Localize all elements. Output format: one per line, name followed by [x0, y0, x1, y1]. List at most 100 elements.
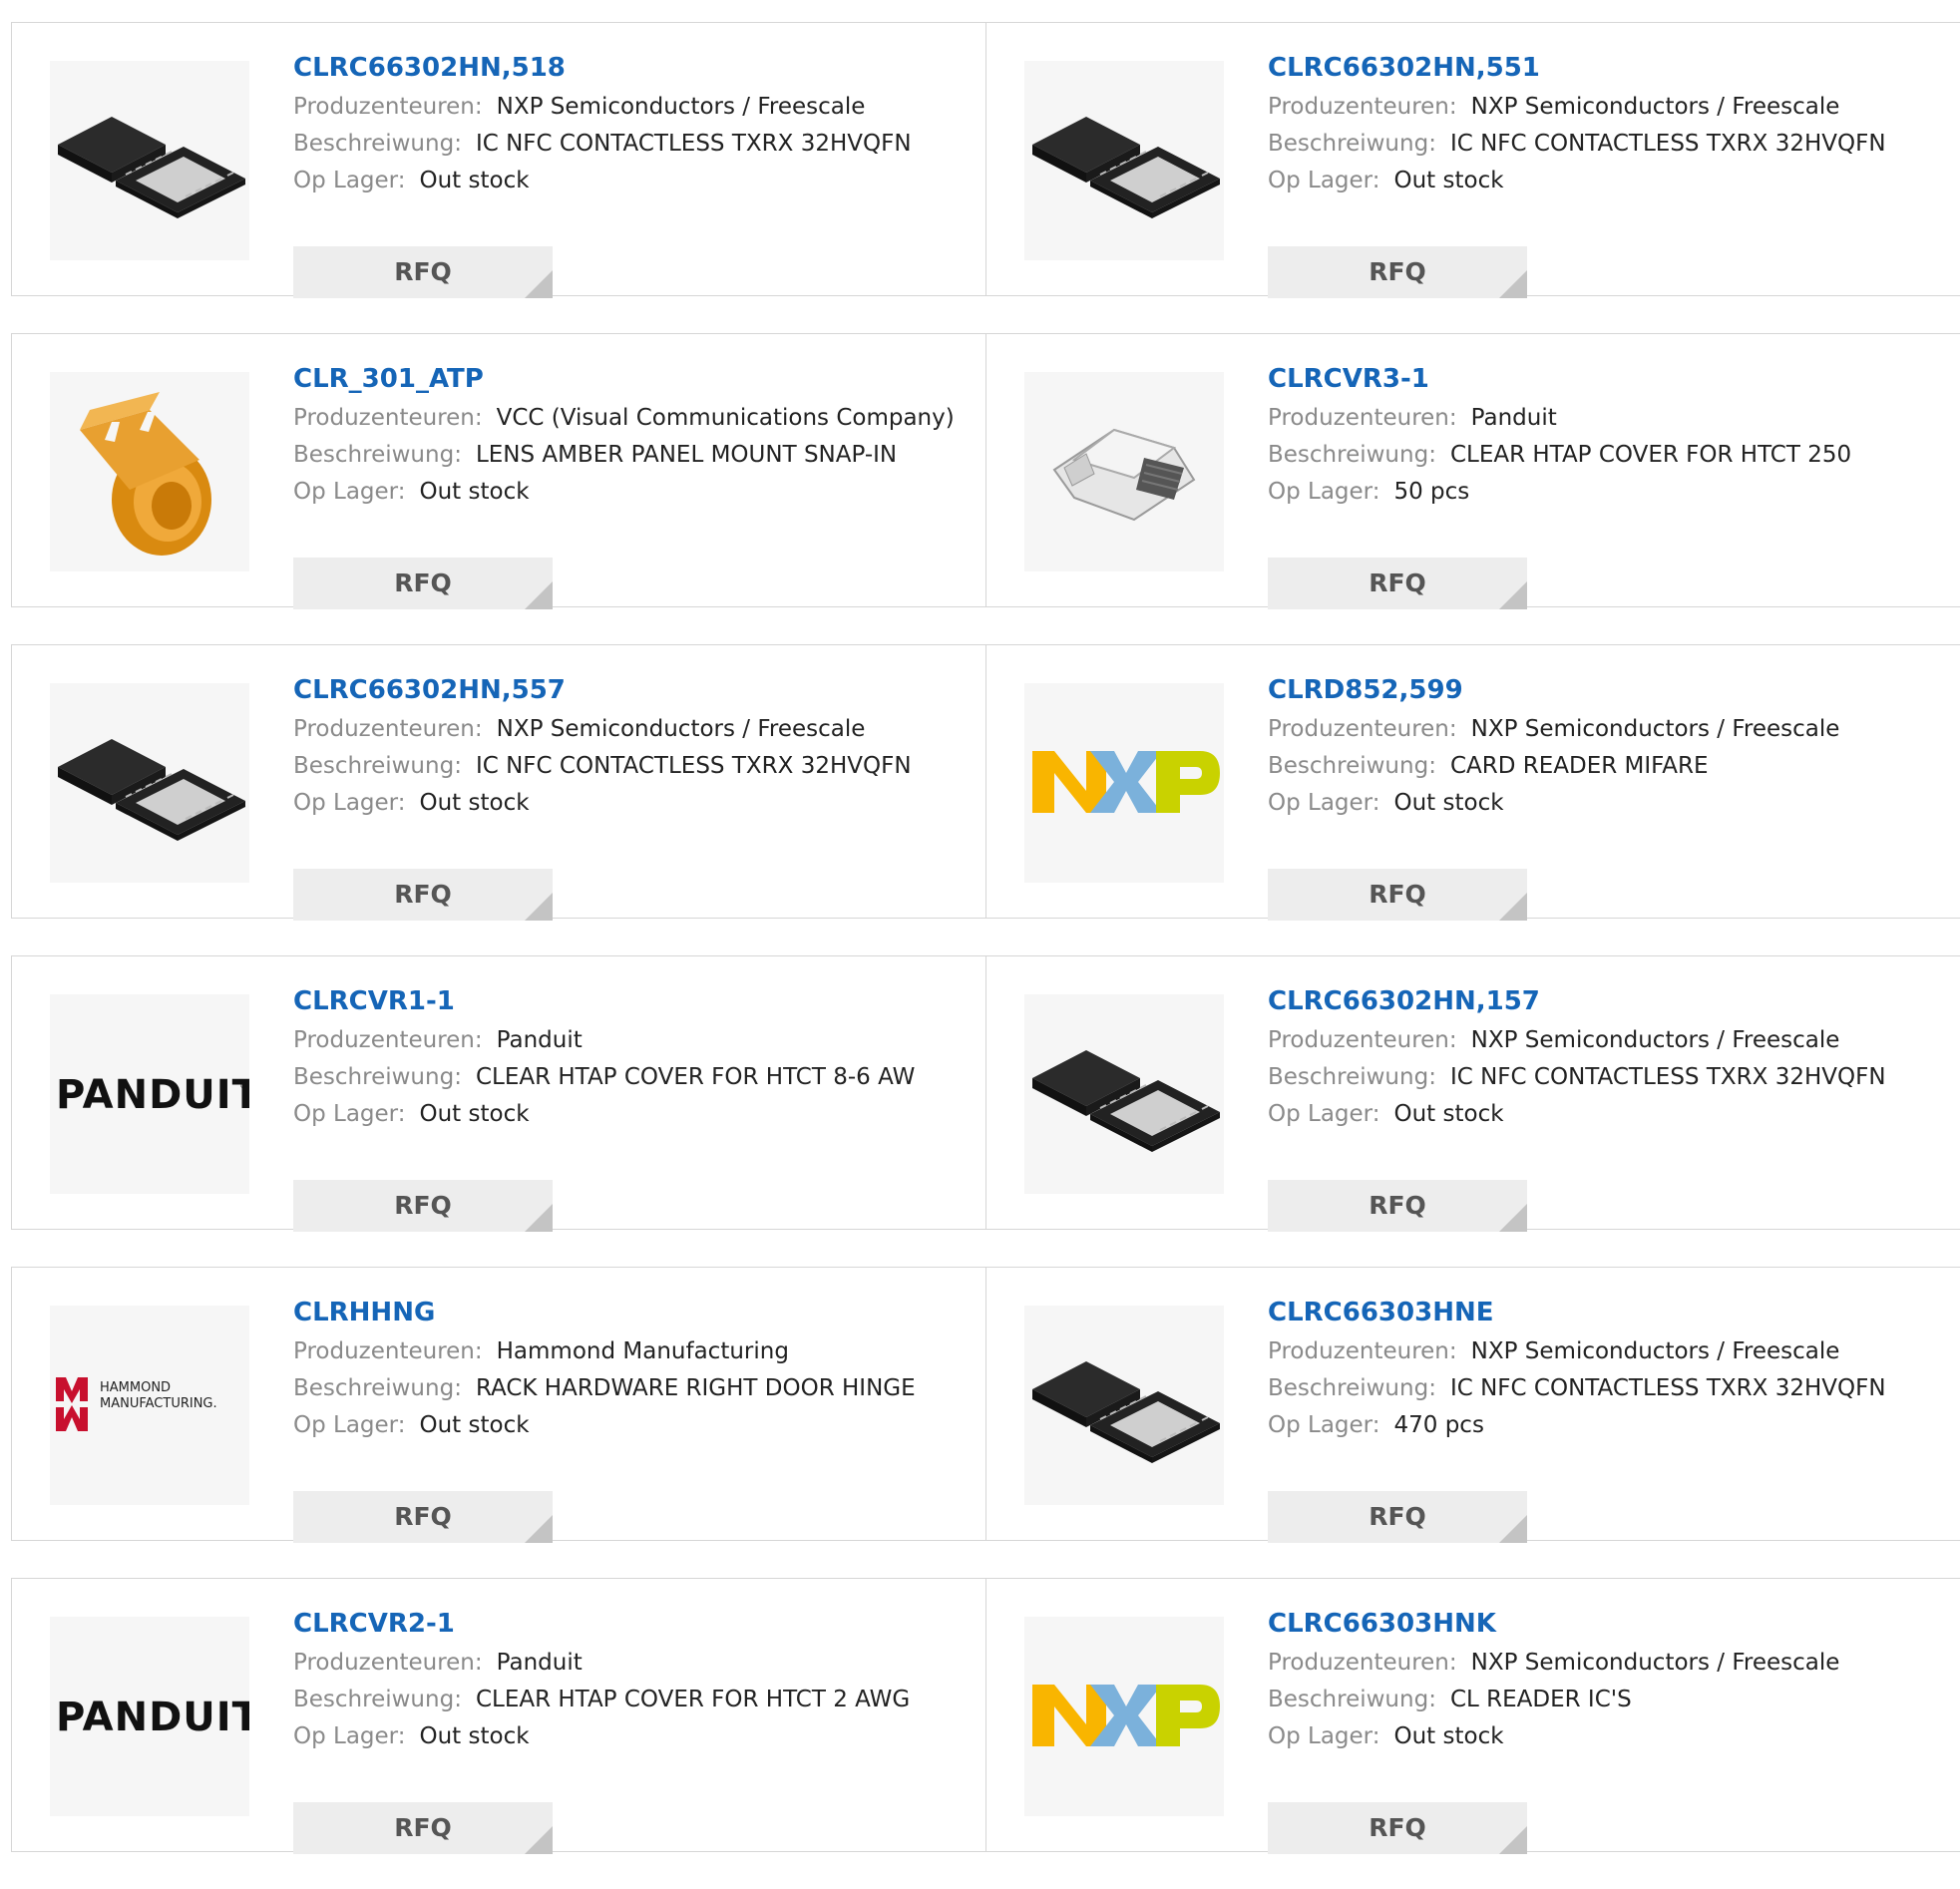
rfq-button[interactable]: RFQ: [293, 869, 553, 921]
rfq-button[interactable]: RFQ: [293, 558, 553, 609]
description-value: LENS AMBER PANEL MOUNT SNAP-IN: [475, 442, 898, 468]
product-image[interactable]: [50, 372, 249, 571]
rfq-button[interactable]: RFQ: [1268, 1491, 1527, 1543]
product-info: CLRC66303HNK Produzenteuren: NXP Semicond…: [1268, 1603, 1950, 1854]
part-number-link[interactable]: CLRCVR1-1: [293, 980, 976, 1022]
manufacturer-value: Panduit: [496, 1027, 583, 1053]
corner-triangle-icon: [525, 270, 553, 298]
product-card: CLRC66302HN,157 Produzenteuren: NXP Semic…: [986, 955, 1960, 1232]
product-info: CLRC66302HN,557 Produzenteuren: NXP Semic…: [293, 669, 976, 921]
rfq-button[interactable]: RFQ: [293, 1180, 553, 1232]
product-image[interactable]: [1024, 1617, 1224, 1816]
part-number-link[interactable]: CLR_301_ATP: [293, 358, 976, 400]
product-image[interactable]: [50, 61, 249, 260]
rfq-label: RFQ: [394, 1191, 452, 1220]
product-image[interactable]: PANDUIT ®: [50, 994, 249, 1194]
qfn-chip-icon: [50, 61, 249, 260]
part-number-link[interactable]: CLRC66302HN,157: [1268, 980, 1950, 1022]
stock-label: Op Lager:: [293, 1412, 406, 1438]
rfq-label: RFQ: [394, 880, 452, 909]
manufacturer-label: Produzenteuren:: [1268, 1650, 1457, 1676]
product-image[interactable]: [50, 683, 249, 883]
rfq-button[interactable]: RFQ: [1268, 869, 1527, 921]
manufacturer-row: Produzenteuren: NXP Semiconductors / Free…: [293, 89, 976, 126]
product-card: CLRCVR3-1 Produzenteuren: Panduit Beschre…: [986, 333, 1960, 609]
product-image[interactable]: [1024, 61, 1224, 260]
part-number-link[interactable]: CLRHHNG: [293, 1292, 976, 1333]
rfq-button[interactable]: RFQ: [1268, 246, 1527, 298]
part-number-link[interactable]: CLRC66302HN,551: [1268, 47, 1950, 89]
product-info: CLRC66303HNE Produzenteuren: NXP Semicond…: [1268, 1292, 1950, 1543]
stock-value: Out stock: [1393, 1723, 1504, 1749]
description-label: Beschreiwung:: [293, 753, 462, 779]
manufacturer-row: Produzenteuren: Panduit: [293, 1645, 976, 1682]
manufacturer-row: Produzenteuren: NXP Semiconductors / Free…: [1268, 711, 1950, 748]
nxp-logo: [1024, 1617, 1224, 1816]
stock-row: Op Lager: Out stock: [1268, 785, 1950, 822]
stock-label: Op Lager:: [293, 479, 406, 505]
product-image[interactable]: [1024, 1306, 1224, 1505]
stock-value: Out stock: [419, 479, 530, 505]
stock-label: Op Lager:: [1268, 1723, 1380, 1749]
rfq-button[interactable]: RFQ: [1268, 558, 1527, 609]
stock-row: Op Lager: Out stock: [293, 1407, 976, 1444]
qfn-chip-icon: [1024, 994, 1224, 1194]
description-label: Beschreiwung:: [293, 442, 462, 468]
product-card: PANDUIT ® CLRCVR2-1 Produzenteuren: Pandu…: [11, 1578, 986, 1854]
stock-label: Op Lager:: [293, 790, 406, 816]
manufacturer-label: Produzenteuren:: [1268, 94, 1457, 120]
description-value: IC NFC CONTACTLESS TXRX 32HVQFN: [1449, 1064, 1886, 1090]
product-image[interactable]: [1024, 683, 1224, 883]
part-number-link[interactable]: CLRD852,599: [1268, 669, 1950, 711]
part-number-link[interactable]: CLRC66302HN,518: [293, 47, 976, 89]
manufacturer-value: NXP Semiconductors / Freescale: [1470, 716, 1840, 742]
manufacturer-row: Produzenteuren: NXP Semiconductors / Free…: [1268, 1022, 1950, 1059]
manufacturer-label: Produzenteuren:: [293, 1027, 483, 1053]
description-row: Beschreiwung: CLEAR HTAP COVER FOR HTCT 8…: [293, 1059, 976, 1096]
rfq-button[interactable]: RFQ: [293, 246, 553, 298]
rfq-button[interactable]: RFQ: [1268, 1802, 1527, 1854]
product-image[interactable]: [1024, 372, 1224, 571]
rfq-button[interactable]: RFQ: [293, 1802, 553, 1854]
corner-triangle-icon: [525, 1826, 553, 1854]
part-number-link[interactable]: CLRCVR3-1: [1268, 358, 1950, 400]
manufacturer-row: Produzenteuren: VCC (Visual Communication…: [293, 400, 976, 437]
product-row: CLRC66302HN,557 Produzenteuren: NXP Semic…: [11, 644, 1960, 921]
manufacturer-row: Produzenteuren: NXP Semiconductors / Free…: [293, 711, 976, 748]
rfq-label: RFQ: [1369, 568, 1426, 597]
part-number-link[interactable]: CLRC66303HNE: [1268, 1292, 1950, 1333]
description-row: Beschreiwung: IC NFC CONTACTLESS TXRX 32H…: [1268, 126, 1950, 163]
corner-triangle-icon: [1499, 581, 1527, 609]
rfq-button[interactable]: RFQ: [293, 1491, 553, 1543]
part-number-link[interactable]: CLRCVR2-1: [293, 1603, 976, 1645]
product-card: CLRC66302HN,518 Produzenteuren: NXP Semic…: [11, 22, 986, 298]
product-image[interactable]: [1024, 994, 1224, 1194]
description-label: Beschreiwung:: [293, 131, 462, 157]
stock-value: Out stock: [419, 790, 530, 816]
description-value: RACK HARDWARE RIGHT DOOR HINGE: [475, 1375, 916, 1401]
corner-triangle-icon: [525, 1515, 553, 1543]
product-card: HAMMOND MANUFACTURING. CLRHHNG Produzent…: [11, 1267, 986, 1543]
manufacturer-label: Produzenteuren:: [293, 716, 483, 742]
corner-triangle-icon: [1499, 1826, 1527, 1854]
manufacturer-row: Produzenteuren: Panduit: [293, 1022, 976, 1059]
stock-value: Out stock: [419, 1101, 530, 1127]
rfq-label: RFQ: [1369, 257, 1426, 286]
description-label: Beschreiwung:: [1268, 1375, 1436, 1401]
product-info: CLRCVR3-1 Produzenteuren: Panduit Beschre…: [1268, 358, 1950, 609]
stock-label: Op Lager:: [1268, 1101, 1380, 1127]
product-card: CLRD852,599 Produzenteuren: NXP Semicondu…: [986, 644, 1960, 921]
product-row: HAMMOND MANUFACTURING. CLRHHNG Produzent…: [11, 1267, 1960, 1543]
rfq-label: RFQ: [394, 257, 452, 286]
description-row: Beschreiwung: IC NFC CONTACTLESS TXRX 32H…: [293, 126, 976, 163]
rfq-button[interactable]: RFQ: [1268, 1180, 1527, 1232]
part-number-link[interactable]: CLRC66302HN,557: [293, 669, 976, 711]
product-image[interactable]: HAMMOND MANUFACTURING.: [50, 1306, 249, 1505]
product-image[interactable]: PANDUIT ®: [50, 1617, 249, 1816]
product-info: CLRC66302HN,518 Produzenteuren: NXP Semic…: [293, 47, 976, 298]
stock-label: Op Lager:: [1268, 479, 1380, 505]
part-number-link[interactable]: CLRC66303HNK: [1268, 1603, 1950, 1645]
description-row: Beschreiwung: RACK HARDWARE RIGHT DOOR HI…: [293, 1370, 976, 1407]
hammond-logo: HAMMOND MANUFACTURING.: [50, 1306, 249, 1505]
description-row: Beschreiwung: CLEAR HTAP COVER FOR HTCT 2…: [1268, 437, 1950, 474]
